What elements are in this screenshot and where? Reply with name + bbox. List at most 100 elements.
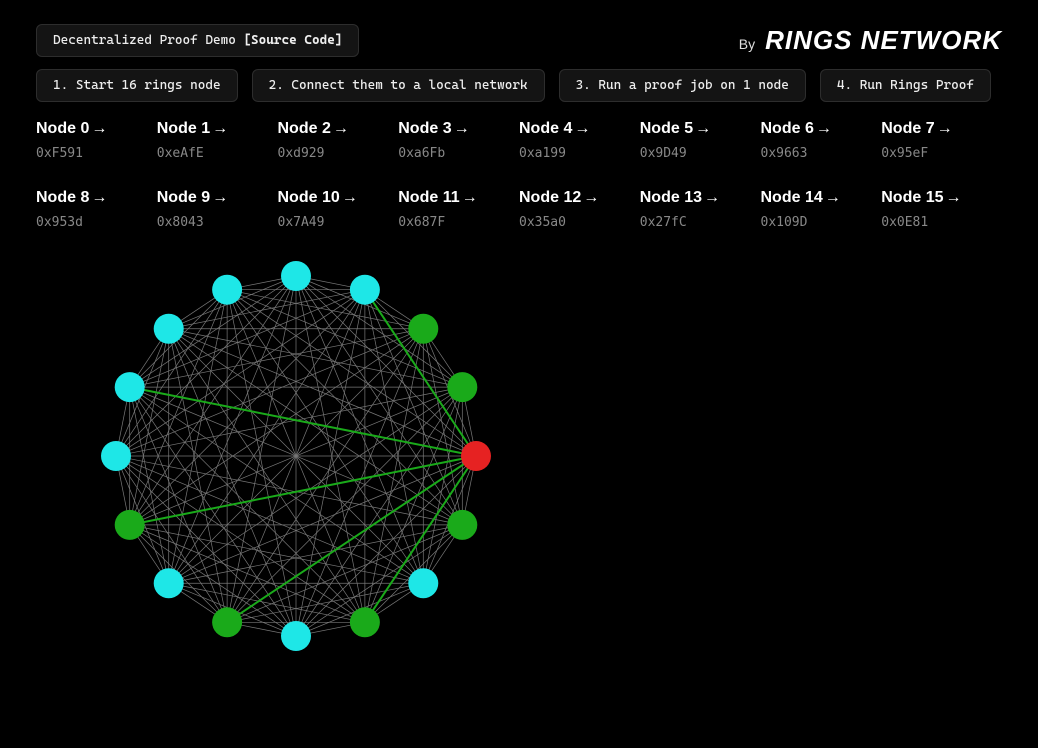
node-label: Node 4 [519,120,572,138]
node-cell-14: Node 14→ 0x109D [761,189,882,230]
node-address: 0x27fC [640,215,761,230]
node-cell-2: Node 2→ 0xd929 [278,120,399,161]
graph-node-7[interactable] [115,510,145,540]
node-address: 0x953d [36,215,157,230]
node-link-3[interactable]: Node 3→ [398,120,469,138]
node-address: 0x687F [398,215,519,230]
node-address: 0xF591 [36,146,157,161]
title-pill[interactable]: Decentralized Proof Demo [Source Code] [36,24,359,57]
node-address: 0x7A49 [278,215,399,230]
graph-node-12[interactable] [281,261,311,291]
node-label: Node 5 [640,120,693,138]
node-address: 0x9D49 [640,146,761,161]
node-address: 0x0E81 [881,215,1002,230]
node-cell-7: Node 7→0x95eF [881,120,1002,161]
node-address: 0xeAfE [157,146,278,161]
node-label: Node 13 [640,189,702,207]
node-cell-5: Node 5→ 0x9D49 [640,120,761,161]
node-label: Node 6 [761,120,814,138]
node-address: 0xd929 [278,146,399,161]
graph-node-0[interactable] [461,441,491,471]
node-cell-9: Node 9→ 0x8043 [157,189,278,230]
node-address: 0xa199 [519,146,640,161]
node-label: Node 12 [519,189,581,207]
node-cell-6: Node 6→ 0x9663 [761,120,882,161]
arrow-icon: → [91,189,107,207]
node-label: Node 2 [278,120,331,138]
graph-node-13[interactable] [350,275,380,305]
node-label: Node 1 [157,120,210,138]
node-cell-15: Node 15→ 0x0E81 [881,189,1002,230]
node-label: Node 10 [278,189,340,207]
graph-node-9[interactable] [115,372,145,402]
node-label: Node 0 [36,120,89,138]
arrow-icon: → [937,120,953,138]
network-graph[interactable] [96,256,496,656]
arrow-icon: → [333,120,349,138]
steps-row: 1. Start 16 rings node 2. Connect them to… [36,69,1002,102]
node-label: Node 15 [881,189,943,207]
arrow-icon: → [574,120,590,138]
node-label: Node 7 [881,120,934,138]
node-link-13[interactable]: Node 13→ [640,189,720,207]
node-address: 0x35a0 [519,215,640,230]
node-label: Node 8 [36,189,89,207]
node-address: 0x8043 [157,215,278,230]
arrow-icon: → [946,189,962,207]
step-button-2[interactable]: 2. Connect them to a local network [252,69,545,102]
node-link-7[interactable]: Node 7→ [881,120,952,138]
node-cell-8: Node 8→ 0x953d [36,189,157,230]
arrow-icon: → [704,189,720,207]
source-code-link[interactable]: [Source Code] [243,33,342,48]
graph-node-2[interactable] [408,568,438,598]
graph-node-1[interactable] [447,510,477,540]
arrow-icon: → [212,120,228,138]
node-label: Node 14 [761,189,823,207]
step-button-1[interactable]: 1. Start 16 rings node [36,69,238,102]
node-link-8[interactable]: Node 8→ [36,189,107,207]
step-button-4[interactable]: 4. Run Rings Proof [820,69,991,102]
node-cell-1: Node 1→ 0xeAfE [157,120,278,161]
by-label: By [739,36,755,52]
node-address: 0x109D [761,215,882,230]
node-link-14[interactable]: Node 14→ [761,189,841,207]
graph-container [36,256,1002,656]
node-link-6[interactable]: Node 6→ [761,120,832,138]
node-label: Node 11 [398,189,459,207]
graph-node-11[interactable] [212,275,242,305]
arrow-icon: → [342,189,358,207]
node-link-9[interactable]: Node 9→ [157,189,228,207]
arrow-icon: → [816,120,832,138]
node-link-2[interactable]: Node 2→ [278,120,349,138]
graph-node-10[interactable] [154,314,184,344]
node-link-11[interactable]: Node 11→ [398,189,477,207]
node-link-4[interactable]: Node 4→ [519,120,590,138]
graph-node-8[interactable] [101,441,131,471]
node-address: 0xa6Fb [398,146,519,161]
arrow-icon: → [91,120,107,138]
nodes-grid: Node 0→0xF591Node 1→0xeAfENode 2→0xd929N… [36,120,1002,230]
graph-node-5[interactable] [212,607,242,637]
step-button-3[interactable]: 3. Run a proof job on 1 node [559,69,806,102]
node-link-5[interactable]: Node 5→ [640,120,711,138]
node-address: 0x9663 [761,146,882,161]
arrow-icon: → [695,120,711,138]
node-link-12[interactable]: Node 12→ [519,189,599,207]
node-link-15[interactable]: Node 15→ [881,189,961,207]
graph-node-6[interactable] [154,568,184,598]
graph-node-3[interactable] [350,607,380,637]
node-link-1[interactable]: Node 1→ [157,120,228,138]
node-cell-0: Node 0→ 0xF591 [36,120,157,161]
node-cell-4: Node 4→ 0xa199 [519,120,640,161]
arrow-icon: → [462,189,478,207]
node-cell-3: Node 3→ 0xa6Fb [398,120,519,161]
node-link-10[interactable]: Node 10→ [278,189,358,207]
graph-node-15[interactable] [447,372,477,402]
graph-node-14[interactable] [408,314,438,344]
node-link-0[interactable]: Node 0→ [36,120,107,138]
graph-edge [169,276,296,583]
node-cell-11: Node 11→ 0x687F [398,189,519,230]
arrow-icon: → [583,189,599,207]
graph-node-4[interactable] [281,621,311,651]
arrow-icon: → [825,189,841,207]
